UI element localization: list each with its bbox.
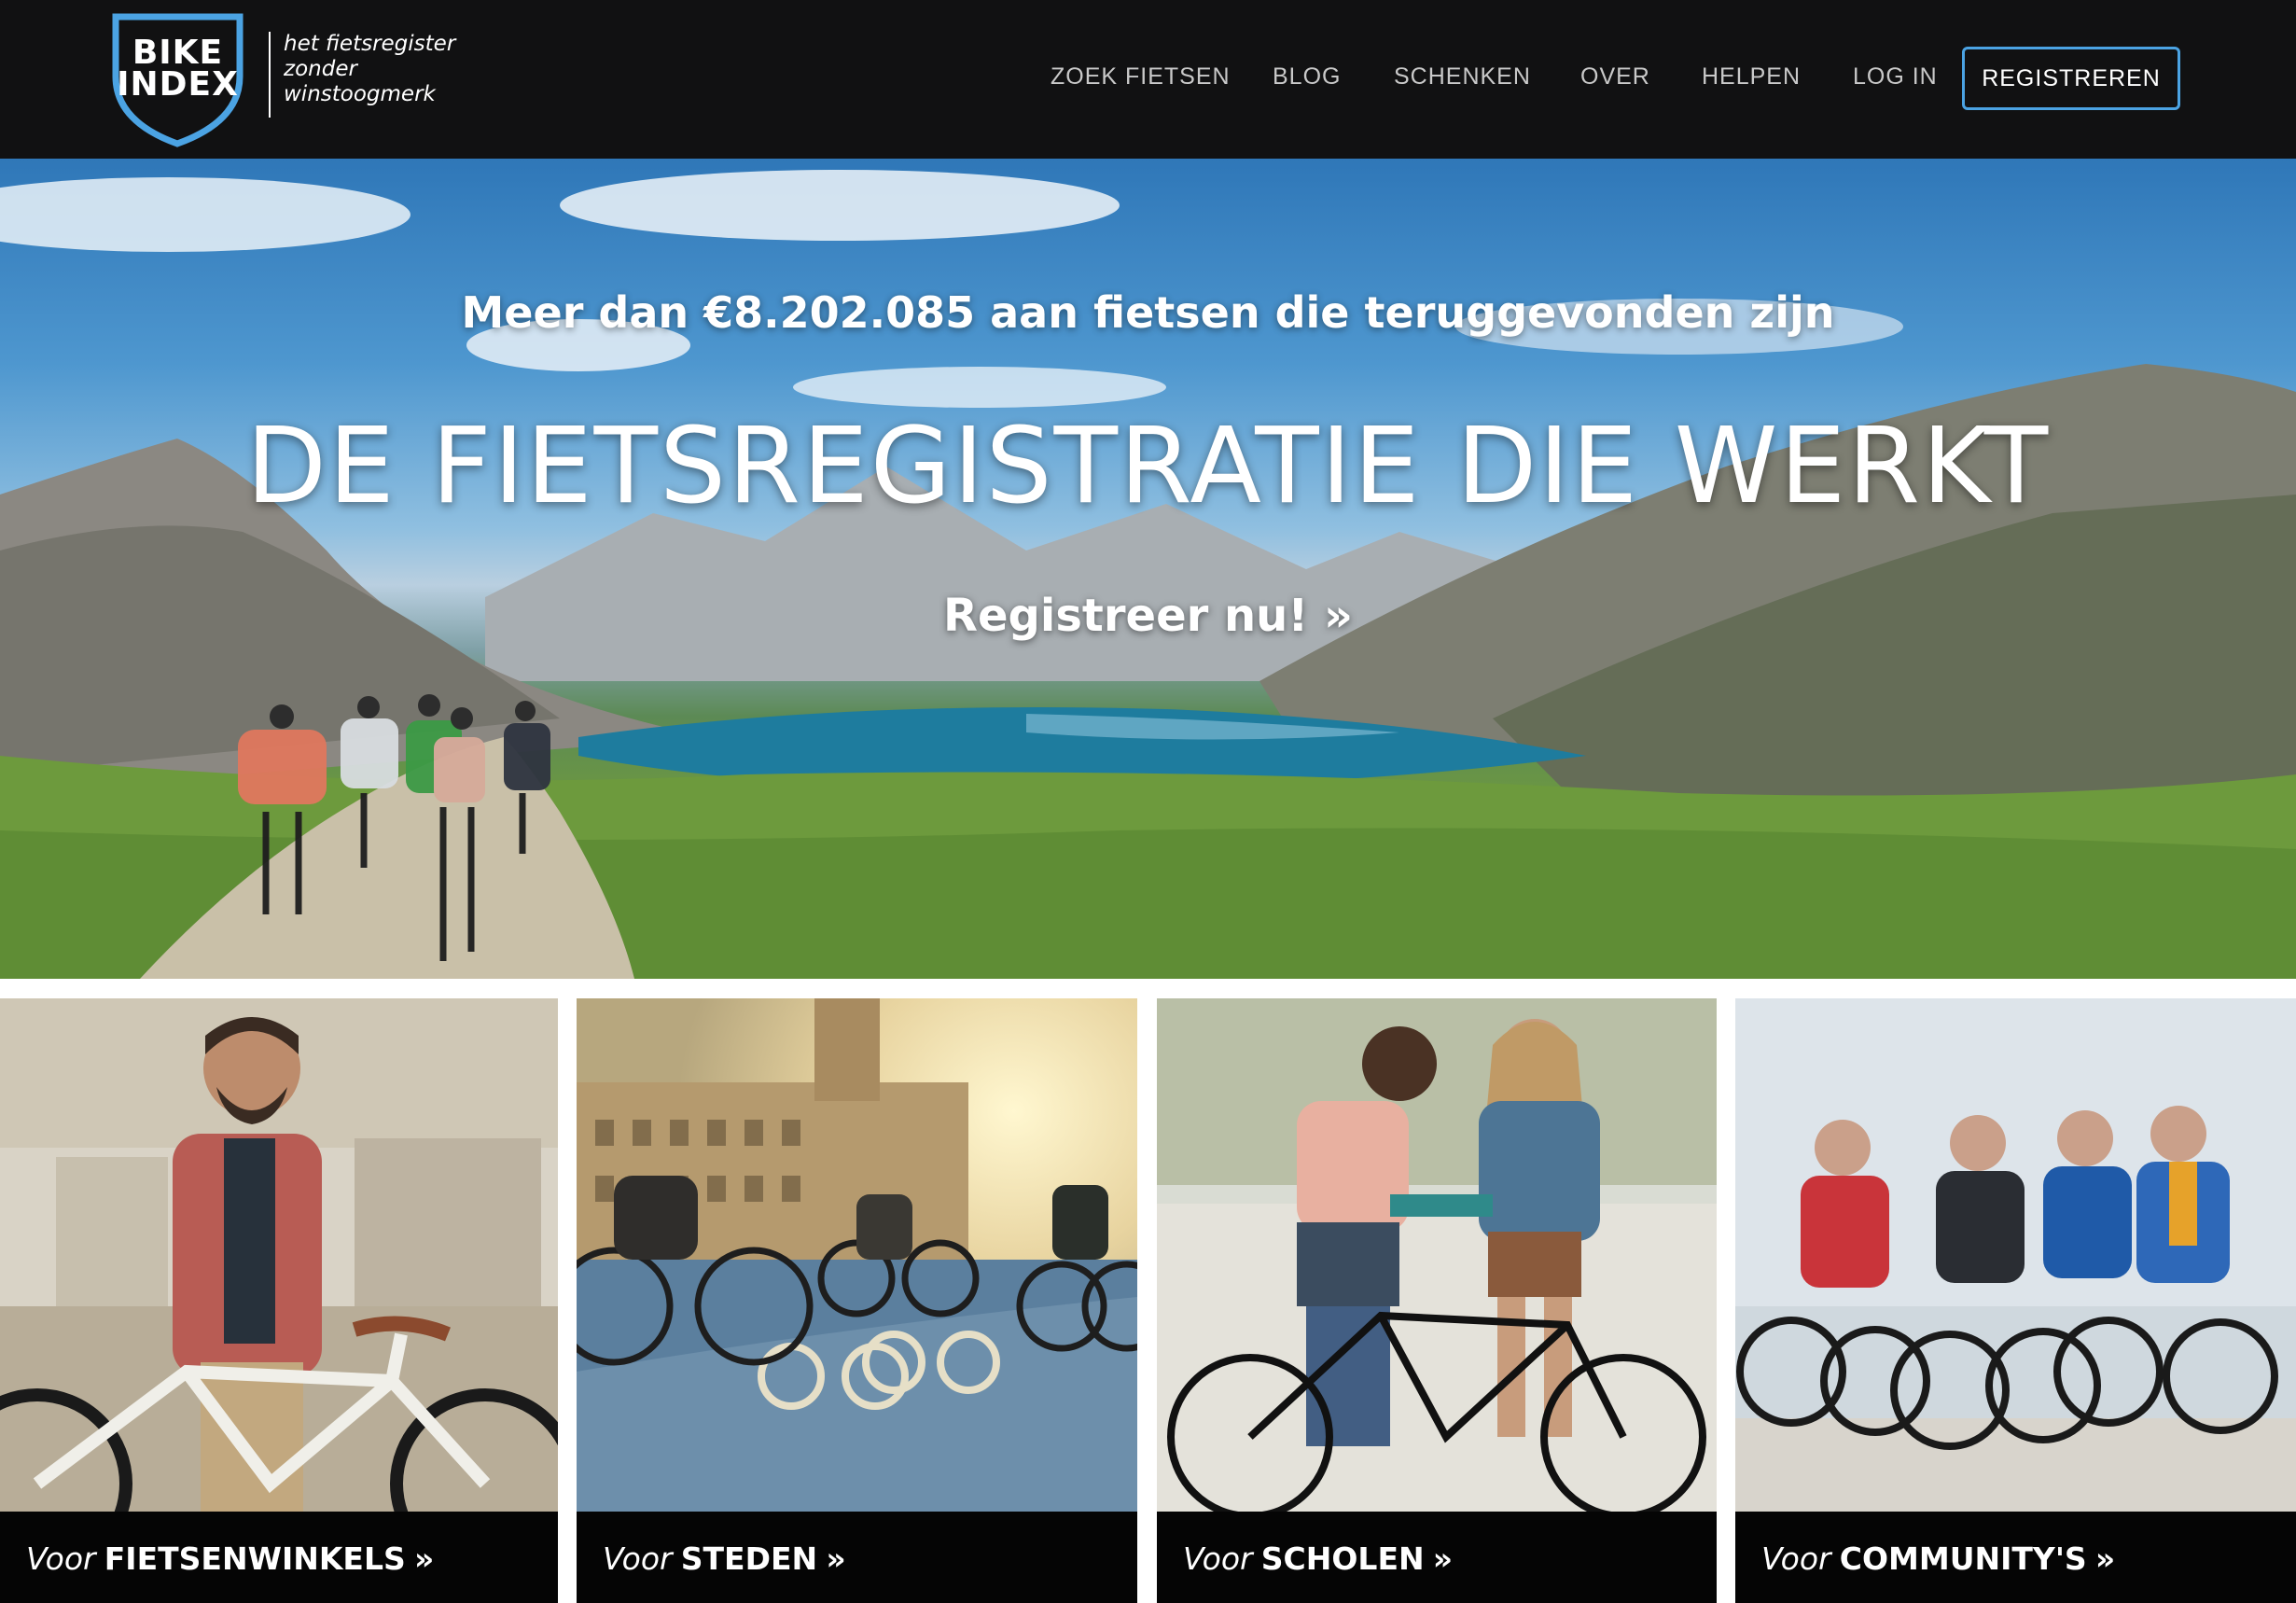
card-caption: Voor COMMUNITY'S » — [1735, 1512, 2296, 1603]
logo-divider — [269, 32, 271, 118]
card-image-community — [1735, 998, 2296, 1512]
card-image-city — [577, 998, 1137, 1512]
register-now-label: Registreer nu! — [943, 590, 1309, 642]
double-chevron-icon: » — [1432, 1540, 1454, 1577]
tagline-line: zonder — [284, 57, 357, 81]
tagline-line: winstoogmerk — [284, 82, 436, 106]
nav-blog[interactable]: BLOG — [1273, 63, 1341, 91]
recovered-bikes-stat: Meer dan €8.202.085 aan fietsen die teru… — [461, 287, 1835, 338]
card-label: STEDEN — [680, 1540, 818, 1577]
bike-index-logo[interactable]: BIKE INDEX het fietsregister zonder wins… — [110, 11, 455, 147]
nav-over[interactable]: OVER — [1580, 63, 1650, 91]
card-label: FIETSENWINKELS — [104, 1540, 406, 1577]
register-now-link[interactable]: Registreer nu! » — [0, 590, 2296, 642]
nav-log-in[interactable]: LOG IN — [1853, 63, 1938, 91]
nav-schenken[interactable]: SCHENKEN — [1394, 63, 1531, 91]
double-chevron-icon: » — [1323, 590, 1353, 642]
card-prefix: Voor — [603, 1540, 673, 1577]
tagline-line: het fietsregister — [284, 32, 456, 56]
card-fietsenwinkels[interactable]: Voor FIETSENWINKELS » — [0, 998, 558, 1603]
nav-zoek-fietsen[interactable]: ZOEK FIETSEN — [1051, 63, 1231, 91]
card-scholen[interactable]: Voor SCHOLEN » — [1157, 998, 1717, 1603]
shield-logo-icon: BIKE INDEX — [110, 11, 245, 147]
hero-banner: Meer dan €8.202.085 aan fietsen die teru… — [0, 159, 2296, 979]
nav-helpen[interactable]: HELPEN — [1702, 63, 1801, 91]
card-label: SCHOLEN — [1260, 1540, 1425, 1577]
card-prefix: Voor — [1761, 1540, 1831, 1577]
double-chevron-icon: » — [826, 1540, 846, 1577]
double-chevron-icon: » — [413, 1540, 435, 1577]
logo-word-index: INDEX — [117, 65, 239, 104]
card-caption: Voor STEDEN » — [577, 1512, 1137, 1603]
double-chevron-icon: » — [2094, 1540, 2116, 1577]
logo-tagline: het fietsregister zonder winstoogmerk — [284, 32, 456, 107]
register-button[interactable]: REGISTREREN — [1962, 47, 2180, 110]
hero-landscape-image — [0, 170, 2296, 979]
card-prefix: Voor — [1183, 1540, 1253, 1577]
top-header: BIKE INDEX het fietsregister zonder wins… — [0, 0, 2296, 159]
card-caption: Voor SCHOLEN » — [1157, 1512, 1717, 1603]
card-communitys[interactable]: Voor COMMUNITY'S » — [1735, 998, 2296, 1603]
card-prefix: Voor — [26, 1540, 96, 1577]
hero-title: DE FIETSREGISTRATIE DIE WERKT — [245, 406, 2051, 527]
card-steden[interactable]: Voor STEDEN » — [577, 998, 1137, 1603]
card-image-school — [1157, 998, 1717, 1512]
card-label: COMMUNITY'S — [1839, 1540, 2087, 1577]
card-caption: Voor FIETSENWINKELS » — [0, 1512, 558, 1603]
card-image-shop — [0, 998, 558, 1512]
